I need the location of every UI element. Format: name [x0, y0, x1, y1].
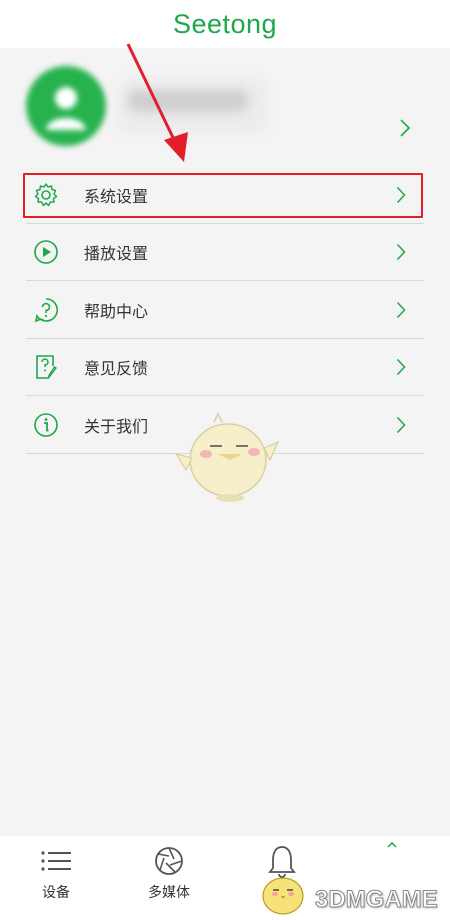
info-circle-icon [33, 412, 59, 438]
chevron-right-icon [394, 356, 408, 378]
tab-devices[interactable]: 设备 [0, 836, 116, 920]
divider [26, 452, 424, 454]
tab-label: 多媒体 [148, 885, 190, 901]
bell-icon [265, 846, 299, 878]
user-avatar-icon[interactable] [26, 66, 106, 146]
username-blurred [128, 90, 248, 112]
chevron-right-icon [394, 299, 408, 321]
settings-menu: 系统设置 播放设置 帮助中心 意见反馈 关于我们 [0, 166, 450, 454]
app-title: Seetong [172, 8, 278, 39]
menu-item-playback-settings[interactable]: 播放设置 [0, 224, 450, 281]
menu-item-label: 播放设置 [84, 244, 149, 264]
menu-item-system-settings[interactable]: 系统设置 [0, 166, 450, 224]
app-header: Seetong [0, 0, 450, 48]
gear-icon [33, 182, 59, 208]
chevron-right-icon[interactable] [396, 114, 414, 142]
tab-media[interactable]: 多媒体 [109, 836, 229, 920]
profile-row[interactable] [0, 48, 450, 166]
menu-item-label: 系统设置 [84, 186, 149, 206]
tab-indicator-icon [387, 842, 397, 848]
tab-label: 设备 [42, 885, 70, 901]
menu-item-feedback[interactable]: 意见反馈 [0, 339, 450, 396]
tab-notifications[interactable] [222, 836, 342, 920]
chevron-right-icon [394, 414, 408, 436]
aperture-icon [152, 846, 186, 876]
help-circle-icon [33, 297, 59, 323]
menu-item-label: 意见反馈 [84, 359, 149, 379]
chevron-right-icon [394, 241, 408, 263]
list-icon [39, 846, 73, 876]
play-circle-icon [33, 239, 59, 265]
feedback-icon [33, 354, 59, 380]
menu-item-help-center[interactable]: 帮助中心 [0, 281, 450, 339]
chevron-right-icon [394, 184, 408, 206]
menu-item-label: 帮助中心 [84, 301, 149, 321]
menu-item-about-us[interactable]: 关于我们 [0, 396, 450, 454]
bottom-tab-bar: 设备 多媒体 [0, 836, 450, 920]
menu-item-label: 关于我们 [84, 416, 149, 436]
